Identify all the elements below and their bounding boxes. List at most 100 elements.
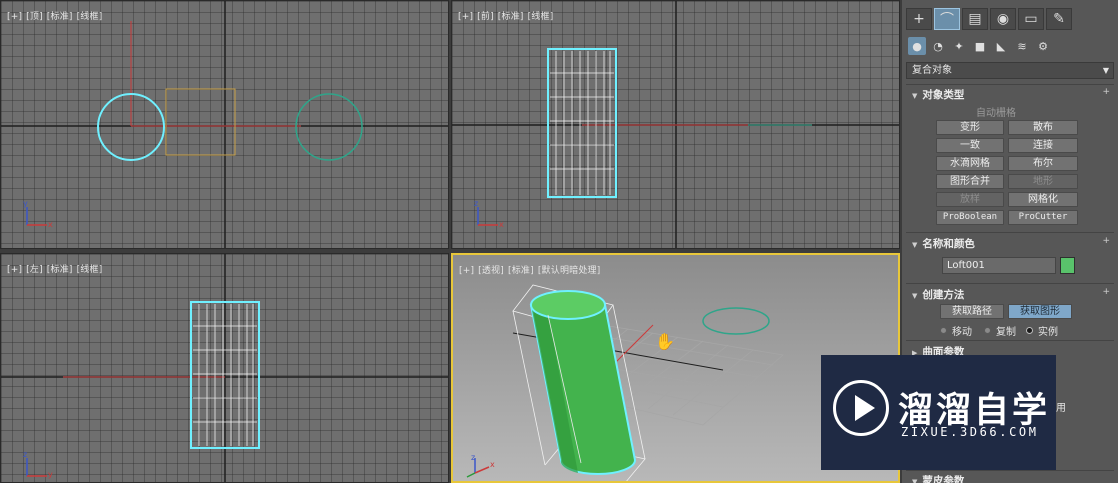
collapse-arrow-icon: ▼ (912, 292, 918, 300)
radio-move[interactable]: 移动 (940, 323, 972, 338)
collapse-arrow-icon: ▼ (912, 241, 918, 249)
lights-button[interactable]: ✦ (950, 37, 968, 55)
axis-y-label: y (23, 199, 28, 208)
radio-dot-selected-icon (1026, 327, 1033, 334)
proboolean-button[interactable]: ProBoolean (936, 210, 1004, 225)
rollout-divider (906, 283, 1114, 284)
category-value: 复合对象 (912, 65, 952, 76)
viewport-top[interactable]: [+] [顶] [标准] [线框] y x (0, 0, 449, 249)
axis-z-label: z (471, 453, 476, 462)
3dsmax-workspace: [+][顶][标准][线框] y x [+][前][标准][线框] (0, 0, 1118, 483)
connect-button[interactable]: 连接 (1008, 138, 1078, 153)
hierarchy-icon: ▤ (968, 11, 982, 27)
create-tab[interactable]: + (906, 8, 932, 30)
terrain-button[interactable]: 地形 (1008, 174, 1078, 189)
cameras-icon: ■ (974, 39, 986, 53)
systems-icon: ⚙ (1038, 39, 1048, 53)
mesher-button[interactable]: 网格化 (1008, 192, 1078, 207)
radio-instance[interactable]: 实例 (1026, 323, 1058, 338)
axis-z-label: z (23, 450, 28, 459)
play-icon (855, 395, 875, 421)
rollout-creation-method-header[interactable]: ▼ 创建方法 (912, 287, 964, 302)
category-dropdown[interactable]: 复合对象 ▼ (906, 62, 1114, 79)
utilities-tab[interactable]: ✎ (1046, 8, 1072, 30)
cameras-button[interactable]: ■ (971, 37, 989, 55)
axis-x-label: x (499, 220, 504, 229)
rollout-title: 名称和颜色 (922, 238, 975, 250)
geometry-button[interactable]: ● (908, 37, 926, 55)
boolean-button[interactable]: 布尔 (1008, 156, 1078, 171)
command-panel-tabs: + ⌒ ▤ ◉ ▭ ✎ (906, 8, 1072, 30)
viewport-top-scene (1, 1, 448, 248)
conform-button[interactable]: 一致 (936, 138, 1004, 153)
rollout-divider (906, 470, 1114, 471)
chevron-down-icon: ▼ (1102, 66, 1109, 75)
radio-label: 复制 (996, 327, 1016, 338)
helpers-button[interactable]: ◣ (992, 37, 1010, 55)
viewport-front-scene (452, 1, 899, 248)
procutter-button[interactable]: ProCutter (1008, 210, 1078, 225)
circle-shape (295, 93, 363, 161)
morph-button[interactable]: 变形 (936, 120, 1004, 135)
motion-tab[interactable]: ◉ (990, 8, 1016, 30)
object-name-input[interactable]: Loft001 (942, 257, 1056, 274)
motion-icon: ◉ (996, 11, 1010, 27)
circle-shape-persp (702, 307, 770, 335)
axis-x-label: x (48, 220, 53, 229)
radio-dot-icon (984, 327, 991, 334)
loft-cylinder-cap (530, 290, 606, 320)
create-icon: + (913, 11, 925, 27)
radio-label: 移动 (952, 327, 972, 338)
rollout-pin-icon: + (1102, 236, 1110, 246)
rollout-pin-icon: + (1102, 87, 1110, 97)
object-color-swatch[interactable] (1060, 257, 1075, 274)
rollout-name-color-header[interactable]: ▼ 名称和颜色 (912, 236, 975, 251)
collapse-arrow-icon: ▼ (912, 478, 918, 483)
rollout-title: 创建方法 (922, 289, 965, 301)
rollout-object-type-header[interactable]: ▼ 对象类型 (912, 87, 964, 102)
scatter-button[interactable]: 散布 (1008, 120, 1078, 135)
rollout-title: 对象类型 (922, 89, 965, 101)
rollout-divider (906, 84, 1114, 85)
shapemerge-button[interactable]: 图形合并 (936, 174, 1004, 189)
autogrid-checkbox[interactable]: 自动栅格 (976, 104, 1016, 119)
spacewarps-button[interactable]: ≋ (1013, 37, 1031, 55)
lights-icon: ✦ (954, 39, 964, 53)
get-path-button[interactable]: 获取路径 (940, 304, 1004, 319)
partial-label: 用 (1056, 403, 1066, 414)
svg-text:✋: ✋ (655, 332, 675, 351)
viewport-front[interactable]: [+] [前] [标准] [线框] z x (451, 0, 900, 249)
radio-label: 实例 (1038, 327, 1058, 338)
rollout-divider (906, 232, 1114, 233)
shapes-icon: ◔ (933, 39, 943, 53)
hierarchy-tab[interactable]: ▤ (962, 8, 988, 30)
geometry-icon: ● (912, 39, 922, 53)
radio-dot-icon (940, 327, 947, 334)
loft-mesh-front (547, 48, 617, 198)
rollout-pin-icon: + (1102, 287, 1110, 297)
rollout-skin-params-header[interactable]: ▼ 蒙皮参数 (912, 473, 964, 483)
rollout-divider (906, 340, 1114, 341)
blobmesh-button[interactable]: 水滴网格 (936, 156, 1004, 171)
systems-button[interactable]: ⚙ (1034, 37, 1052, 55)
display-tab[interactable]: ▭ (1018, 8, 1044, 30)
loft-button[interactable]: 放样 (936, 192, 1004, 207)
axis-y-label: y (48, 470, 53, 479)
shapes-button[interactable]: ◔ (929, 37, 947, 55)
collapse-arrow-icon: ▼ (912, 92, 918, 100)
watermark-logo: 溜溜自学 ZIXUE.3D66.COM (821, 355, 1056, 470)
display-icon: ▭ (1024, 11, 1038, 27)
viewport-left[interactable]: [+] [左] [标准] [线框] z y (0, 253, 449, 483)
create-category-tabs: ● ◔ ✦ ■ ◣ ≋ ⚙ (908, 37, 1052, 55)
modify-tab[interactable]: ⌒ (934, 8, 960, 30)
helpers-icon: ◣ (996, 39, 1006, 53)
axis-z-label: z (474, 199, 479, 208)
viewport-left-scene (1, 254, 448, 482)
rollout-title: 蒙皮参数 (922, 475, 965, 483)
radio-copy[interactable]: 复制 (984, 323, 1016, 338)
axis-x-label: x (490, 460, 495, 469)
get-shape-button[interactable]: 获取图形 (1008, 304, 1072, 319)
watermark-url: ZIXUE.3D66.COM (901, 425, 1039, 439)
spacewarps-icon: ≋ (1017, 39, 1027, 53)
modify-icon: ⌒ (940, 12, 954, 28)
